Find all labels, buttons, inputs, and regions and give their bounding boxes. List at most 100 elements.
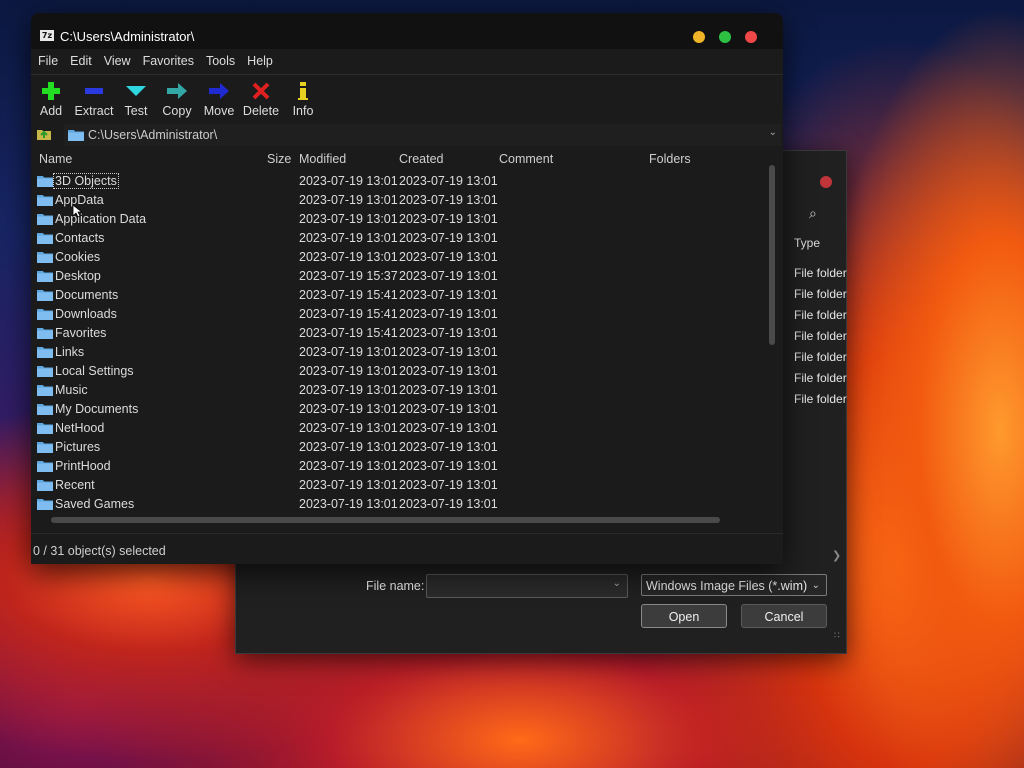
table-row[interactable]: Application Data 2023-07-19 13:01 2023-07-…	[31, 210, 771, 229]
menu-help[interactable]: Help	[247, 51, 273, 71]
search-icon[interactable]: ⌕	[809, 206, 817, 222]
file-name-input[interactable]: ⌄	[426, 574, 628, 598]
file-name[interactable]: Desktop	[54, 269, 102, 283]
modified-date: 2023-07-19 13:01	[299, 250, 398, 264]
file-name[interactable]: Application Data	[54, 212, 147, 226]
vertical-scrollbar[interactable]	[769, 165, 775, 345]
type-cell: File folder	[794, 266, 847, 280]
file-name[interactable]: PrintHood	[54, 459, 112, 473]
modified-date: 2023-07-19 13:01	[299, 383, 398, 397]
created-date: 2023-07-19 13:01	[399, 288, 498, 302]
folder-icon	[37, 233, 53, 244]
table-row[interactable]: NetHood 2023-07-19 13:01 2023-07-19 13:01	[31, 419, 771, 438]
created-date: 2023-07-19 13:01	[399, 421, 498, 435]
close-button[interactable]	[745, 31, 757, 43]
table-row[interactable]: Cookies 2023-07-19 13:01 2023-07-19 13:01	[31, 248, 771, 267]
file-type-select[interactable]: Windows Image Files (*.wim) ⌄	[641, 574, 827, 596]
menu-favorites[interactable]: Favorites	[143, 51, 194, 71]
folder-icon	[37, 195, 53, 206]
column-created[interactable]: Created	[399, 152, 443, 166]
menu-file[interactable]: File	[38, 51, 58, 71]
window-title: C:\Users\Administrator\	[60, 29, 195, 44]
dialog-close-button[interactable]	[820, 176, 832, 188]
table-row[interactable]: Links 2023-07-19 13:01 2023-07-19 13:01	[31, 343, 771, 362]
type-column-header[interactable]: Type	[794, 236, 820, 250]
sevenzip-window: 7z C:\Users\Administrator\ File Edit Vie…	[31, 13, 783, 564]
file-name[interactable]: Recent	[54, 478, 96, 492]
created-date: 2023-07-19 13:01	[399, 478, 498, 492]
folder-up-icon[interactable]	[37, 127, 51, 140]
table-row[interactable]: My Documents 2023-07-19 13:01 2023-07-19 1…	[31, 400, 771, 419]
file-name[interactable]: NetHood	[54, 421, 105, 435]
file-name[interactable]: 3D Objects	[53, 173, 119, 189]
column-folders[interactable]: Folders	[649, 152, 691, 166]
file-name[interactable]: Music	[54, 383, 89, 397]
file-name[interactable]: Downloads	[54, 307, 118, 321]
menu-edit[interactable]: Edit	[70, 51, 92, 71]
file-name[interactable]: My Documents	[54, 402, 139, 416]
folder-icon	[37, 309, 53, 320]
menu-view[interactable]: View	[104, 51, 131, 71]
file-name[interactable]: Local Settings	[54, 364, 135, 378]
resize-grip-icon[interactable]: ∷	[834, 631, 840, 641]
folder-icon	[37, 252, 53, 263]
file-name[interactable]: Contacts	[54, 231, 105, 245]
modified-date: 2023-07-19 13:01	[299, 421, 398, 435]
title-bar[interactable]: 7z C:\Users\Administrator\	[31, 13, 783, 49]
table-row[interactable]: Saved Games 2023-07-19 13:01 2023-07-19 13…	[31, 495, 771, 514]
address-input[interactable]: C:\Users\Administrator\ ⌄	[64, 124, 781, 146]
file-name[interactable]: Cookies	[54, 250, 101, 264]
table-row[interactable]: 3D Objects 2023-07-19 13:01 2023-07-19 13:…	[31, 172, 771, 191]
created-date: 2023-07-19 13:01	[399, 402, 498, 416]
column-modified[interactable]: Modified	[299, 152, 346, 166]
table-row[interactable]: Pictures 2023-07-19 13:01 2023-07-19 13:01	[31, 438, 771, 457]
modified-date: 2023-07-19 13:01	[299, 193, 398, 207]
address-bar: C:\Users\Administrator\ ⌄	[31, 123, 783, 147]
column-comment[interactable]: Comment	[499, 152, 553, 166]
menu-tools[interactable]: Tools	[206, 51, 235, 71]
table-row[interactable]: Documents 2023-07-19 15:41 2023-07-19 13:0…	[31, 286, 771, 305]
modified-date: 2023-07-19 13:01	[299, 364, 398, 378]
modified-date: 2023-07-19 13:01	[299, 212, 398, 226]
modified-date: 2023-07-19 15:41	[299, 288, 398, 302]
type-cell: File folder	[794, 350, 847, 364]
table-row[interactable]: Music 2023-07-19 13:01 2023-07-19 13:01	[31, 381, 771, 400]
chevron-down-icon[interactable]: ⌄	[769, 127, 777, 138]
folder-icon	[37, 404, 53, 415]
chevron-down-icon[interactable]: ⌄	[812, 575, 820, 597]
file-name[interactable]: Pictures	[54, 440, 101, 454]
modified-date: 2023-07-19 13:01	[299, 174, 398, 188]
table-row[interactable]: Favorites 2023-07-19 15:41 2023-07-19 13:0…	[31, 324, 771, 343]
file-name[interactable]: Links	[54, 345, 85, 359]
cancel-button[interactable]: Cancel	[741, 604, 827, 628]
modified-date: 2023-07-19 15:41	[299, 307, 398, 321]
file-name[interactable]: Favorites	[54, 326, 107, 340]
folder-icon	[37, 214, 53, 225]
table-row[interactable]: Desktop 2023-07-19 15:37 2023-07-19 13:01	[31, 267, 771, 286]
folder-icon	[37, 461, 53, 472]
column-size[interactable]: Size	[267, 152, 291, 166]
table-row[interactable]: Downloads 2023-07-19 15:41 2023-07-19 13:0…	[31, 305, 771, 324]
horizontal-scrollbar[interactable]	[51, 517, 720, 523]
minus-icon	[85, 88, 103, 94]
column-name[interactable]: Name	[39, 152, 72, 166]
table-row[interactable]: PrintHood 2023-07-19 13:01 2023-07-19 13:0…	[31, 457, 771, 476]
table-row[interactable]: AppData 2023-07-19 13:01 2023-07-19 13:01	[31, 191, 771, 210]
open-button[interactable]: Open	[641, 604, 727, 628]
info-button[interactable]: Info	[278, 79, 328, 119]
type-cell: File folder	[794, 308, 847, 322]
maximize-button[interactable]	[719, 31, 731, 43]
minimize-button[interactable]	[693, 31, 705, 43]
modified-date: 2023-07-19 13:01	[299, 402, 398, 416]
created-date: 2023-07-19 13:01	[399, 307, 498, 321]
file-name[interactable]: Documents	[54, 288, 119, 302]
table-row[interactable]: Recent 2023-07-19 13:01 2023-07-19 13:01	[31, 476, 771, 495]
app-logo-icon: 7z	[40, 30, 54, 41]
scroll-right-icon[interactable]: ❯	[832, 549, 841, 562]
file-name[interactable]: Saved Games	[54, 497, 135, 511]
table-row[interactable]: Contacts 2023-07-19 13:01 2023-07-19 13:01	[31, 229, 771, 248]
chevron-down-icon[interactable]: ⌄	[613, 578, 621, 589]
folder-icon	[37, 442, 53, 453]
table-row[interactable]: Local Settings 2023-07-19 13:01 2023-07-19…	[31, 362, 771, 381]
move-arrow-icon	[209, 83, 229, 99]
